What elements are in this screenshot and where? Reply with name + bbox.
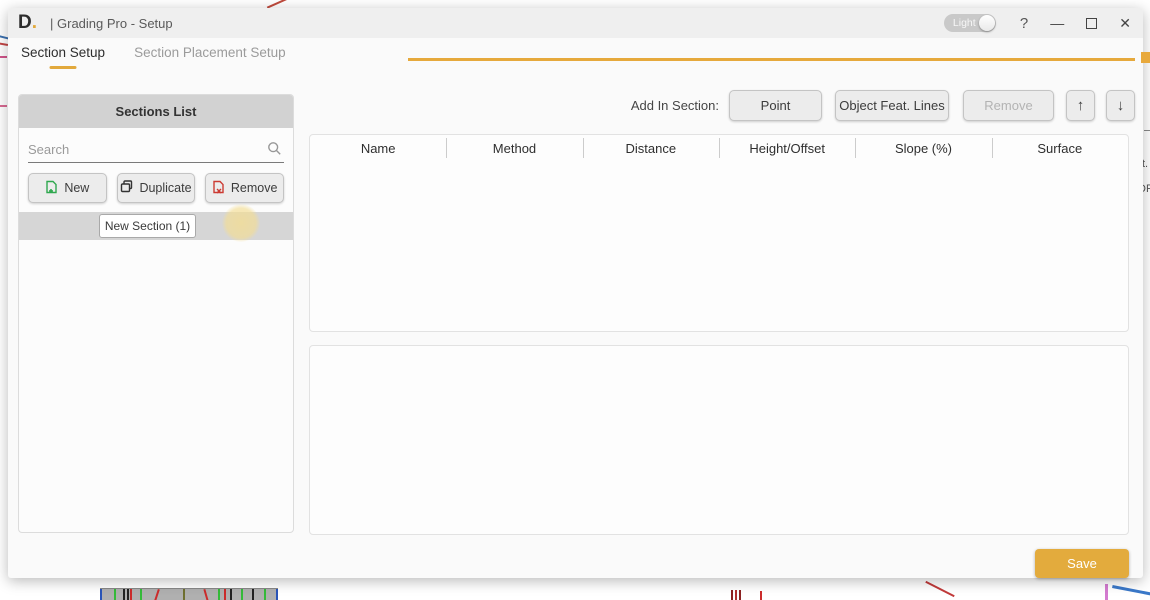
move-up-button[interactable]: ↑: [1066, 90, 1095, 121]
ruler-tick: [140, 589, 142, 600]
column-header-name: Name: [310, 141, 446, 156]
minimize-button[interactable]: —: [1050, 16, 1064, 30]
window-title: | Grading Pro - Setup: [50, 16, 173, 31]
background-cad-line: [0, 56, 7, 58]
background-cad-line: [1105, 584, 1108, 600]
background-cad-line: [1144, 130, 1150, 131]
theme-toggle-label: Light: [944, 17, 976, 29]
ruler-tick: [218, 589, 220, 600]
new-file-icon: [45, 180, 58, 197]
add-point-button[interactable]: Point: [729, 90, 822, 121]
background-cad-line: [760, 591, 762, 600]
search-field-wrap: [28, 136, 284, 163]
sections-actions: New Duplicate Remove: [28, 173, 284, 203]
column-header-method: Method: [446, 141, 582, 156]
search-icon: [267, 141, 282, 161]
accent-divider-line: [408, 58, 1135, 61]
section-preview-panel: [309, 345, 1129, 535]
background-cad-line: [735, 590, 737, 600]
background-cad-line: [925, 581, 954, 597]
duplicate-icon: [120, 180, 133, 196]
ruler-tick: [127, 589, 129, 600]
add-in-section-toolbar: Add In Section: Point Object Feat. Lines…: [308, 90, 1135, 121]
ruler-tick: [224, 589, 226, 600]
ruler-tick: [114, 589, 116, 600]
ruler-tick: [183, 589, 185, 600]
active-tab-underline: [50, 66, 77, 70]
ruler-tick: [123, 589, 125, 600]
app-logo: D.: [18, 12, 37, 34]
search-input[interactable]: [28, 142, 284, 157]
ruler-tick: [130, 589, 132, 600]
column-header-distance: Distance: [583, 141, 719, 156]
ruler-tick: [230, 589, 232, 600]
background-cad-block: [1141, 52, 1150, 63]
add-in-section-label: Add In Section:: [631, 98, 719, 113]
remove-file-icon: [212, 180, 225, 197]
toggle-knob-icon: [979, 15, 995, 31]
background-cad-line: [0, 42, 8, 46]
tab-bar: Section Setup Section Placement Setup: [17, 38, 290, 71]
button-label: New: [64, 181, 89, 195]
tab-section-setup[interactable]: Section Setup: [17, 39, 109, 70]
background-cad-line: [739, 590, 741, 600]
background-profile-strip: [100, 588, 278, 600]
tab-section-placement-setup[interactable]: Section Placement Setup: [130, 39, 290, 70]
section-list-row-selected[interactable]: New Section (1): [19, 212, 293, 240]
duplicate-section-button[interactable]: Duplicate: [117, 173, 196, 203]
column-header-slope: Slope (%): [855, 141, 991, 156]
theme-toggle[interactable]: Light: [944, 14, 996, 32]
section-rows-table: Name Method Distance Height/Offset Slope…: [309, 134, 1129, 332]
titlebar[interactable]: D. | Grading Pro - Setup Light ? — ✕: [8, 8, 1143, 38]
help-button[interactable]: ?: [1020, 15, 1028, 32]
column-header-surface: Surface: [992, 141, 1128, 156]
remove-row-button[interactable]: Remove: [963, 90, 1054, 121]
tab-label: Section Placement Setup: [134, 45, 286, 60]
remove-section-button[interactable]: Remove: [205, 173, 284, 203]
background-cad-line: [1112, 585, 1150, 595]
grading-pro-setup-dialog: D. | Grading Pro - Setup Light ? — ✕ Sec…: [8, 8, 1143, 578]
ruler-tick: [241, 589, 243, 600]
background-cad-line: [0, 105, 7, 107]
logo-dot-icon: .: [32, 12, 37, 33]
list-item-new-section[interactable]: New Section (1): [99, 214, 196, 238]
ruler-tick: [203, 589, 208, 600]
ruler-tick: [276, 589, 278, 600]
ruler-tick: [264, 589, 266, 600]
new-section-button[interactable]: New: [28, 173, 107, 203]
button-label: Remove: [231, 181, 278, 195]
background-cad-line: [731, 590, 733, 600]
ruler-tick: [100, 589, 102, 600]
tab-label: Section Setup: [21, 45, 105, 60]
move-down-button[interactable]: ↓: [1106, 90, 1135, 121]
maximize-button[interactable]: [1086, 18, 1097, 29]
sections-list-header: Sections List: [19, 95, 293, 128]
table-header-row: Name Method Distance Height/Offset Slope…: [310, 135, 1128, 162]
add-object-feat-lines-button[interactable]: Object Feat. Lines: [835, 90, 949, 121]
ruler-tick: [252, 589, 254, 600]
button-label: Duplicate: [139, 181, 191, 195]
ruler-tick: [154, 589, 160, 600]
sections-list-panel: Sections List New Duplicate: [18, 94, 294, 533]
close-button[interactable]: ✕: [1119, 15, 1131, 32]
column-header-height-offset: Height/Offset: [719, 141, 855, 156]
save-button[interactable]: Save: [1035, 549, 1129, 578]
